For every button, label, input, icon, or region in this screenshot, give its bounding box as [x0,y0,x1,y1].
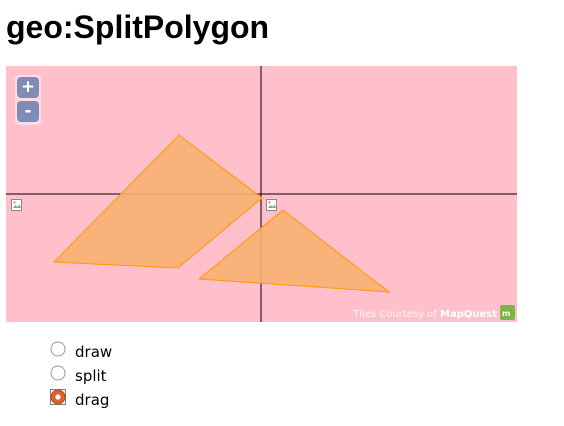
radio-draw[interactable] [50,341,66,357]
radio-split[interactable] [50,365,66,381]
radio-option-drag[interactable]: drag [50,389,170,409]
zoom-control: + - [15,75,41,125]
attribution-brand[interactable]: MapQuest [440,309,497,320]
map-viewport[interactable]: + - Tiles Courtesy of MapQuest m [6,66,517,322]
attribution-prefix: Tiles Courtesy of [353,309,440,320]
radio-label-drag: drag [75,391,110,409]
mapquest-logo-icon[interactable]: m [500,305,515,320]
broken-tile-image-icon [266,199,277,211]
radio-option-split[interactable]: split [50,365,170,385]
map-attribution: Tiles Courtesy of MapQuest [353,309,497,320]
zoom-in-button[interactable]: + [17,77,39,98]
broken-tile-image-icon [11,199,22,211]
svg-text:m: m [502,309,510,318]
radio-label-draw: draw [75,343,113,361]
radio-label-split: split [75,367,107,385]
zoom-out-button[interactable]: - [17,101,39,122]
radio-drag[interactable] [50,389,66,405]
page-title: geo:SplitPolygon [6,9,270,45]
radio-option-draw[interactable]: draw [50,341,170,361]
map-canvas[interactable] [6,66,517,322]
